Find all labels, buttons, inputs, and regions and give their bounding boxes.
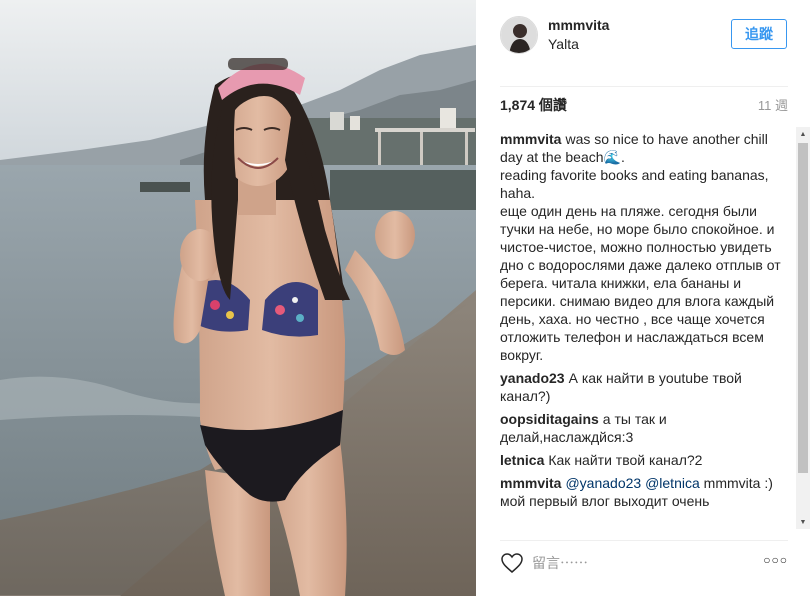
- post-footer: ○○○: [500, 540, 788, 588]
- more-options-icon[interactable]: ○○○: [763, 553, 788, 567]
- list-item: yanado23 А как найти в youtube твой канал…: [500, 369, 790, 405]
- likes-count[interactable]: 1,874 個讚: [500, 95, 567, 115]
- location-link[interactable]: Yalta: [548, 36, 579, 52]
- scroll-up-arrow-icon[interactable]: ▲: [796, 127, 810, 141]
- mention-link[interactable]: @yanado23: [565, 475, 641, 491]
- caption-comment: mmmvita was so nice to have another chill…: [500, 130, 790, 364]
- list-item: mmmvita @yanado23 @letnica mmmvita :) мой…: [500, 474, 790, 510]
- post-stats: 1,874 個讚 11 週: [500, 86, 788, 122]
- comment-author[interactable]: letnica: [500, 452, 544, 468]
- avatar[interactable]: [500, 16, 538, 54]
- comment-author[interactable]: yanado23: [500, 370, 565, 386]
- comment-input[interactable]: [532, 553, 732, 573]
- post-panel: mmmvita Yalta 追蹤 1,874 個讚 11 週 mmmvita wa…: [476, 0, 810, 596]
- post-header: mmmvita Yalta 追蹤: [476, 0, 810, 84]
- comments-scrollbar[interactable]: ▲ ▼: [796, 127, 810, 529]
- comment-author[interactable]: oopsiditagains: [500, 411, 599, 427]
- list-item: letnica Как найти твой канал?2: [500, 451, 790, 469]
- heart-icon[interactable]: [500, 551, 524, 575]
- scroll-down-arrow-icon[interactable]: ▼: [796, 515, 810, 529]
- comment-text: Как найти твой канал?2: [548, 452, 703, 468]
- scroll-thumb[interactable]: [798, 143, 808, 473]
- comment-author[interactable]: mmmvita: [500, 131, 561, 147]
- comment-text: was so nice to have another chill day at…: [500, 131, 781, 363]
- post-time[interactable]: 11 週: [758, 95, 788, 114]
- comment-author[interactable]: mmmvita: [500, 475, 561, 491]
- comments-list: mmmvita was so nice to have another chill…: [500, 130, 790, 530]
- post-photo[interactable]: [0, 0, 476, 596]
- follow-button[interactable]: 追蹤: [731, 19, 787, 49]
- list-item: oopsiditagains а ты так и делай,наслаждйс…: [500, 410, 790, 446]
- mention-link[interactable]: @letnica: [645, 475, 700, 491]
- username-link[interactable]: mmmvita: [548, 17, 609, 33]
